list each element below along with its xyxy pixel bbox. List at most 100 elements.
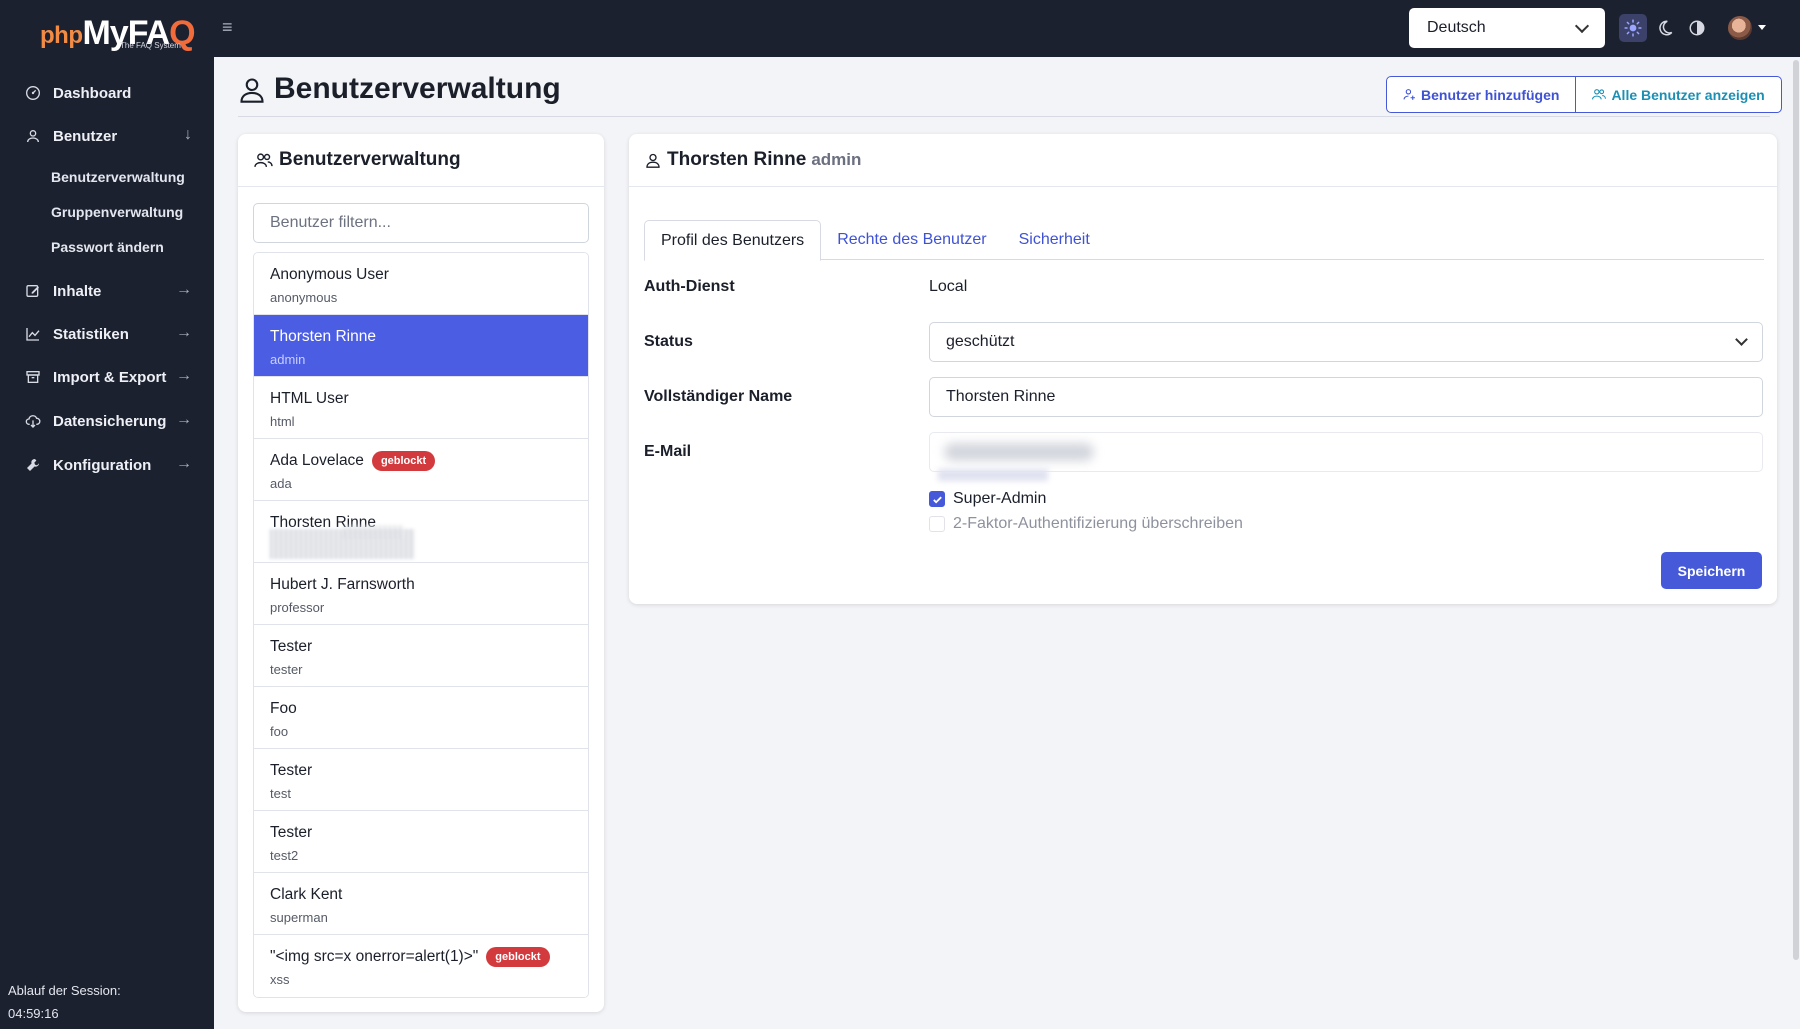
detail-user-login: admin [811, 150, 862, 169]
user-list-title: Benutzerverwaltung [279, 149, 461, 170]
user-login: tester [270, 662, 303, 677]
chevron-down-icon [1735, 333, 1748, 346]
user-login: xss [270, 972, 290, 987]
auto-theme-button[interactable] [1683, 14, 1711, 42]
user-icon [24, 127, 42, 145]
phpmyfaq-logo[interactable]: php MyFAQ The FAQ System [40, 8, 196, 50]
email-input[interactable] [929, 432, 1763, 481]
user-list-item[interactable]: "<img src=x onerror=alert(1)>" geblockt x… [254, 935, 588, 997]
user-name: Clark Kent [270, 885, 572, 905]
session-label: Ablauf der Session: [8, 983, 121, 998]
user-name: Tester [270, 823, 572, 843]
chevron-down-icon [1574, 18, 1590, 33]
user-list-item[interactable]: Hubert J. Farnsworth professor [254, 563, 588, 625]
user-list-item[interactable]: Tester test2 [254, 811, 588, 873]
email-label: E-Mail [644, 443, 692, 460]
show-all-users-button[interactable]: Alle Benutzer anzeigen [1576, 77, 1780, 112]
user-list: Anonymous User anonymous Thorsten Rinne … [253, 252, 589, 998]
user-login: foo [270, 724, 289, 739]
user-list-item[interactable]: Clark Kent superman [254, 873, 588, 935]
sidebar-subitem-passwort[interactable]: Passwort ändern [51, 239, 164, 255]
twofa-checkbox [929, 516, 945, 532]
add-user-icon [1403, 88, 1416, 101]
user-name: Tester [270, 761, 572, 781]
user-name: Hubert J. Farnsworth [270, 575, 572, 595]
language-select[interactable]: Deutsch [1409, 8, 1605, 48]
user-list-item[interactable]: Ada Lovelace geblockt ada [254, 439, 588, 501]
dark-theme-button[interactable] [1651, 14, 1679, 42]
sidebar-item-import-export[interactable]: Import & Export → [0, 359, 214, 395]
user-name-text: Anonymous User [270, 266, 389, 283]
user-name-text: Clark Kent [270, 886, 343, 903]
redacted-email [944, 443, 1094, 461]
superadmin-checkbox[interactable] [929, 491, 945, 507]
tab-security[interactable]: Sicherheit [1003, 220, 1106, 260]
sidebar-item-label: Benutzer [53, 127, 118, 145]
sidebar-item-inhalte[interactable]: Inhalte → [0, 273, 214, 309]
arrow-right-icon: → [176, 367, 192, 384]
user-login: test [270, 786, 291, 801]
status-badge: geblockt [486, 947, 550, 967]
user-detail-card: Thorsten Rinne admin Profil des Benutzer… [629, 134, 1777, 604]
session-info: Ablauf der Session: 04:59:16 [8, 979, 121, 1025]
sun-icon [1624, 19, 1642, 37]
user-name: Foo [270, 699, 572, 719]
save-button[interactable]: Speichern [1661, 552, 1762, 589]
tab-profile[interactable]: Profil des Benutzers [644, 220, 822, 261]
sidebar-item-konfiguration[interactable]: Konfiguration → [0, 447, 214, 483]
user-list-item[interactable]: Anonymous User anonymous [254, 253, 588, 315]
user-name-text: Tester [270, 762, 313, 779]
redacted-email-overlay [938, 469, 1048, 481]
caret-down-icon[interactable] [1758, 25, 1766, 30]
sidebar-item-label: Import & Export [53, 368, 167, 386]
sidebar-item-benutzer[interactable]: Benutzer ↓ [0, 118, 214, 154]
chart-icon [24, 325, 42, 343]
menu-toggle-icon[interactable]: ≡ [222, 16, 240, 38]
sidebar: Dashboard Benutzer ↓ Benutzerverwaltung … [0, 57, 214, 1029]
user-list-item[interactable]: Thorsten Rinne [254, 501, 588, 563]
sidebar-item-label: Datensicherung [53, 412, 167, 430]
logo-subtitle: The FAQ System [120, 41, 181, 50]
status-badge: geblockt [371, 451, 436, 471]
user-name-text: Foo [270, 700, 297, 717]
user-name-text: HTML User [270, 390, 349, 407]
user-list-item[interactable]: HTML User html [254, 377, 588, 439]
user-name: Ada Lovelace geblockt [270, 451, 572, 471]
language-value: Deutsch [1427, 19, 1486, 36]
user-login: ada [270, 476, 292, 491]
user-avatar[interactable] [1728, 16, 1752, 40]
fullname-input[interactable]: Thorsten Rinne [929, 377, 1763, 417]
theme-switcher [1619, 14, 1711, 42]
user-list-item[interactable]: Foo foo [254, 687, 588, 749]
status-label: Status [644, 333, 693, 350]
arrow-right-icon: → [176, 411, 192, 428]
sidebar-subitem-benutzerverwaltung[interactable]: Benutzerverwaltung [51, 169, 185, 185]
users-icon [254, 152, 273, 167]
sidebar-item-dashboard[interactable]: Dashboard [0, 75, 214, 111]
sidebar-item-statistiken[interactable]: Statistiken → [0, 316, 214, 352]
sidebar-subitem-gruppenverwaltung[interactable]: Gruppenverwaltung [51, 204, 183, 220]
dashboard-icon [24, 84, 42, 102]
sidebar-item-label: Konfiguration [53, 456, 152, 474]
user-list-item[interactable]: Tester test [254, 749, 588, 811]
user-name-text: Ada Lovelace [270, 452, 364, 469]
user-list-item-active[interactable]: Thorsten Rinne admin [254, 315, 588, 377]
sidebar-item-datensicherung[interactable]: Datensicherung → [0, 403, 214, 439]
tab-rights[interactable]: Rechte des Benutzer [821, 220, 1002, 260]
arrow-right-icon: → [176, 281, 192, 298]
add-user-button[interactable]: Benutzer hinzufügen [1387, 77, 1577, 112]
status-select[interactable]: geschützt [929, 322, 1763, 362]
arrow-right-icon: → [176, 455, 192, 472]
user-name-text: Thorsten Rinne [270, 328, 376, 345]
user-list-card: Benutzerverwaltung Anonymous User anonym… [238, 134, 604, 1012]
show-all-users-label: Alle Benutzer anzeigen [1611, 86, 1765, 103]
user-icon [240, 78, 264, 103]
user-filter-input[interactable] [253, 203, 589, 243]
user-list-item[interactable]: Tester tester [254, 625, 588, 687]
arrow-right-icon: → [176, 324, 192, 341]
page-scrollbar[interactable] [1793, 60, 1799, 960]
auth-label: Auth-Dienst [644, 278, 735, 295]
light-theme-button[interactable] [1619, 14, 1647, 42]
redacted-login-overlay [344, 525, 404, 539]
superadmin-checkbox-row[interactable]: Super-Admin [929, 490, 1046, 508]
